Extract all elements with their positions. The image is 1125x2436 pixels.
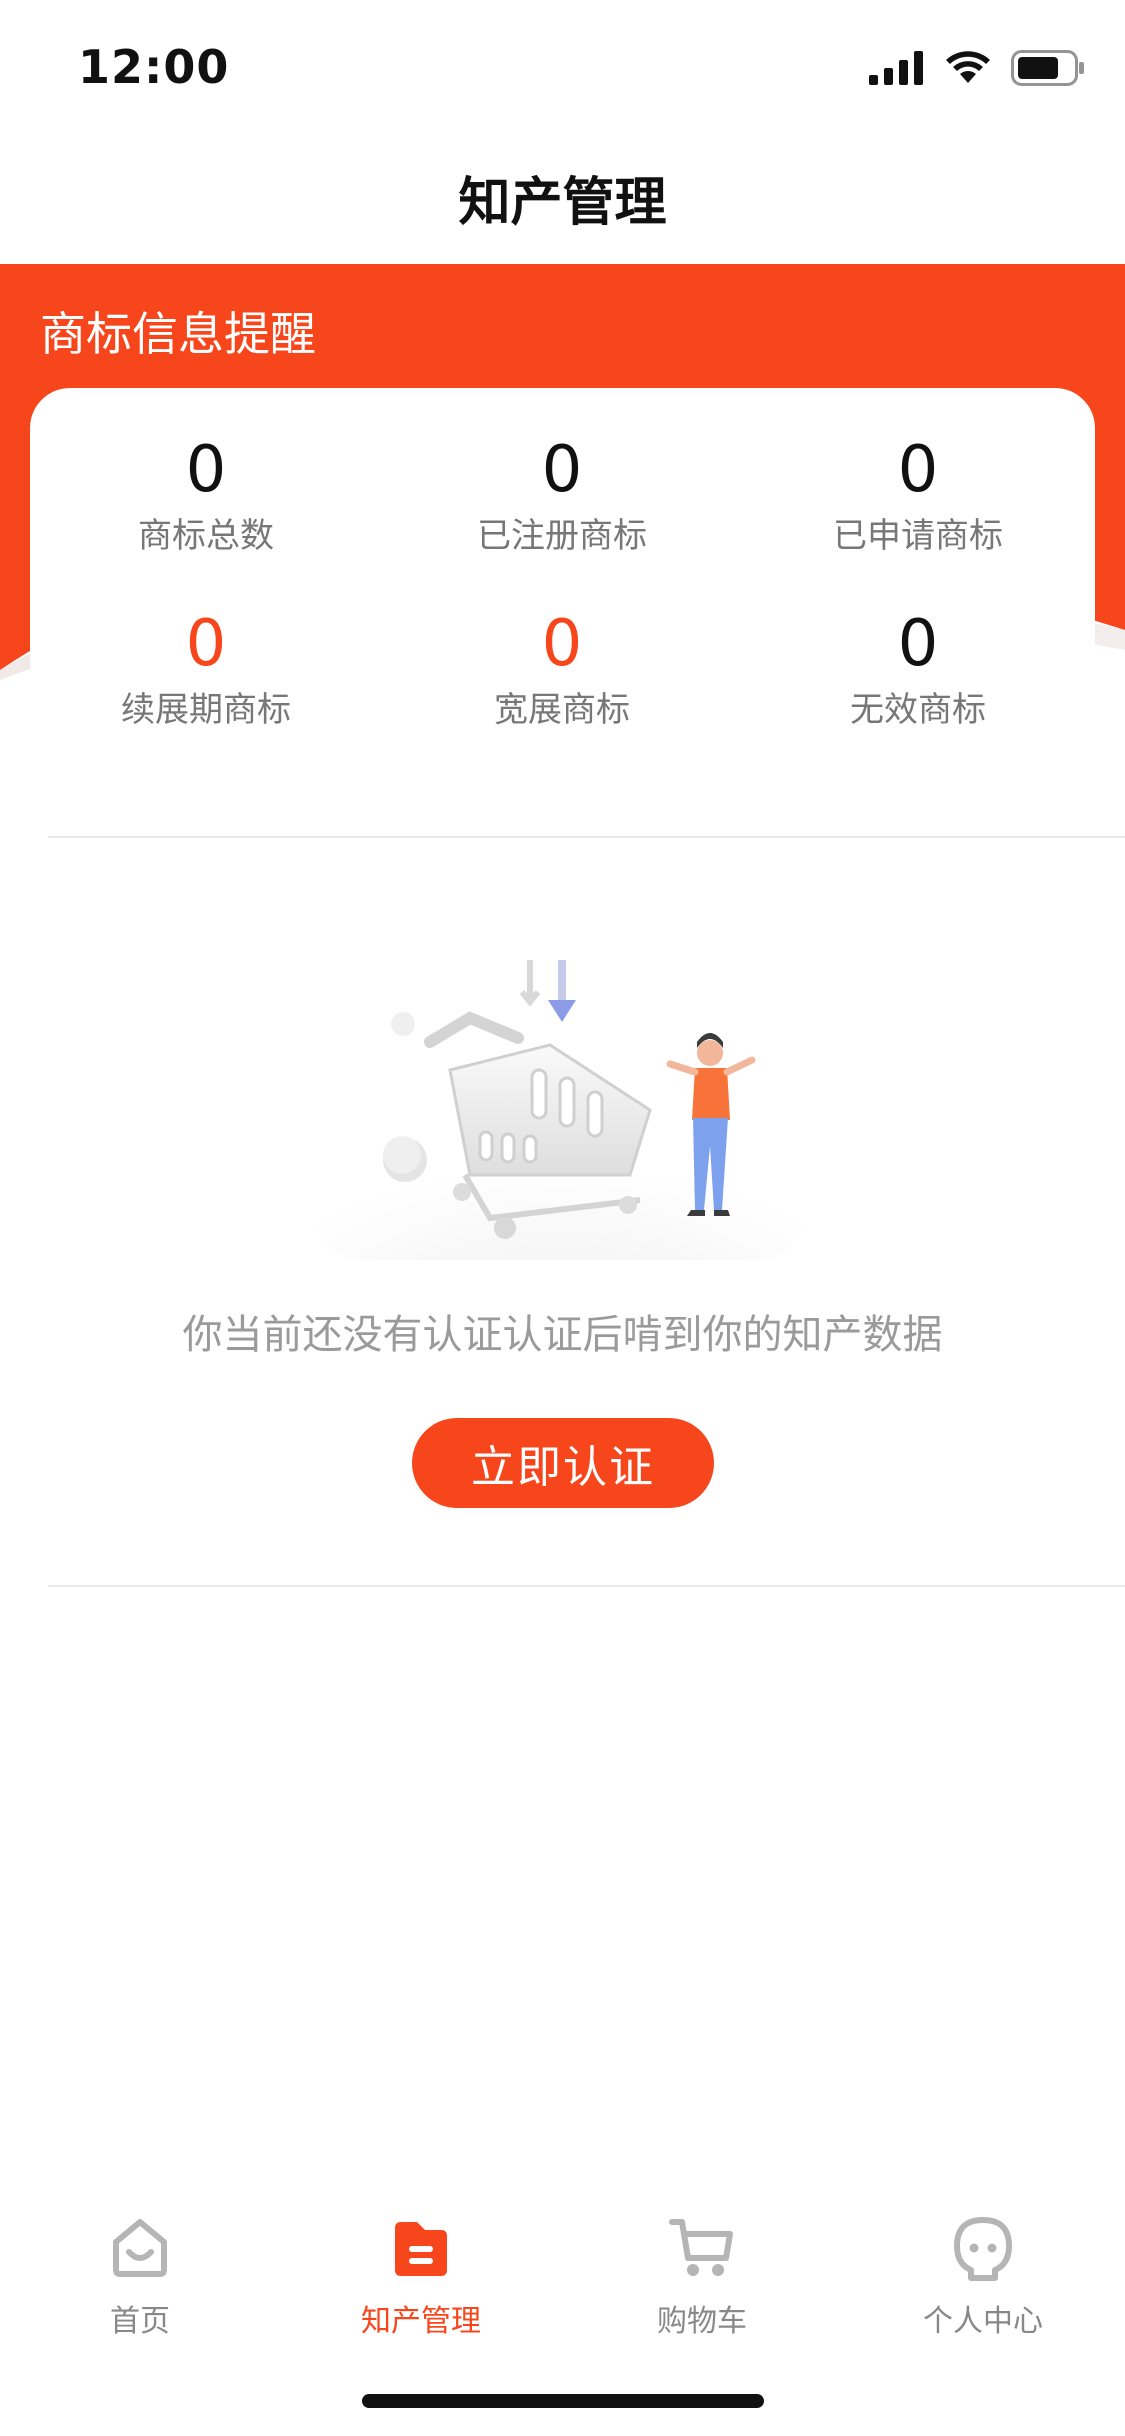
tab-label: 购物车 xyxy=(657,2304,747,2339)
verify-now-button[interactable]: 立即认证 xyxy=(412,1418,714,1508)
stat-value: 0 xyxy=(185,607,227,681)
stat-value: 0 xyxy=(897,433,939,507)
stat-value: 0 xyxy=(897,607,939,681)
wifi-icon xyxy=(946,51,990,83)
page-title: 知产管理 xyxy=(458,173,667,233)
stat-registered[interactable]: 0 已注册商标 xyxy=(412,430,712,558)
trademark-reminder-title: 商标信息提醒 xyxy=(40,307,316,361)
stat-label: 商标总数 xyxy=(138,516,274,556)
status-icons xyxy=(869,46,1085,90)
tab-label: 首页 xyxy=(110,2304,170,2339)
stat-renewal[interactable]: 0 续展期商标 xyxy=(56,604,356,732)
folder-icon xyxy=(395,2222,447,2276)
tab-home[interactable]: 首页 xyxy=(20,2190,260,2350)
page: 12:00 知产管理 商标信息提醒 0 商标总数 0 已注册商标 0 已申请商标… xyxy=(0,0,1125,2436)
signal-icon xyxy=(869,51,923,85)
home-icon xyxy=(113,2219,167,2277)
home-indicator xyxy=(362,2394,764,2408)
stat-label: 续展期商标 xyxy=(121,690,291,730)
profile-icon xyxy=(954,2217,1012,2281)
tab-label: 个人中心 xyxy=(923,2304,1043,2339)
divider xyxy=(48,1585,1125,1587)
stat-label: 宽展商标 xyxy=(494,690,630,730)
stat-value: 0 xyxy=(541,607,583,681)
stat-applied[interactable]: 0 已申请商标 xyxy=(768,430,1068,558)
stat-label: 已申请商标 xyxy=(833,516,1003,556)
stat-total[interactable]: 0 商标总数 xyxy=(56,430,356,558)
empty-state-message: 你当前还没有认证认证后啃到你的知产数据 xyxy=(182,1312,943,1358)
divider xyxy=(48,836,1125,838)
battery-icon xyxy=(1011,50,1084,86)
tab-ip-management[interactable]: 知产管理 xyxy=(301,2190,541,2350)
tab-profile[interactable]: 个人中心 xyxy=(863,2190,1103,2350)
stat-label: 已注册商标 xyxy=(477,516,647,556)
status-time: 12:00 xyxy=(78,40,230,94)
stat-grace[interactable]: 0 宽展商标 xyxy=(412,604,712,732)
empty-cart-illustration xyxy=(300,960,820,1260)
stat-invalid[interactable]: 0 无效商标 xyxy=(768,604,1068,732)
stat-value: 0 xyxy=(541,433,583,507)
tab-label: 知产管理 xyxy=(361,2304,481,2339)
tab-cart[interactable]: 购物车 xyxy=(582,2190,822,2350)
cart-icon xyxy=(669,2219,733,2276)
stat-label: 无效商标 xyxy=(850,690,986,730)
trademark-stats-card: 0 商标总数 0 已注册商标 0 已申请商标 0 续展期商标 0 宽展商标 0 … xyxy=(30,388,1095,838)
tab-bar: 首页 知产管理 购物车 个人中心 xyxy=(0,2190,1125,2350)
stat-value: 0 xyxy=(185,433,227,507)
status-bar: 12:00 xyxy=(0,0,1125,132)
